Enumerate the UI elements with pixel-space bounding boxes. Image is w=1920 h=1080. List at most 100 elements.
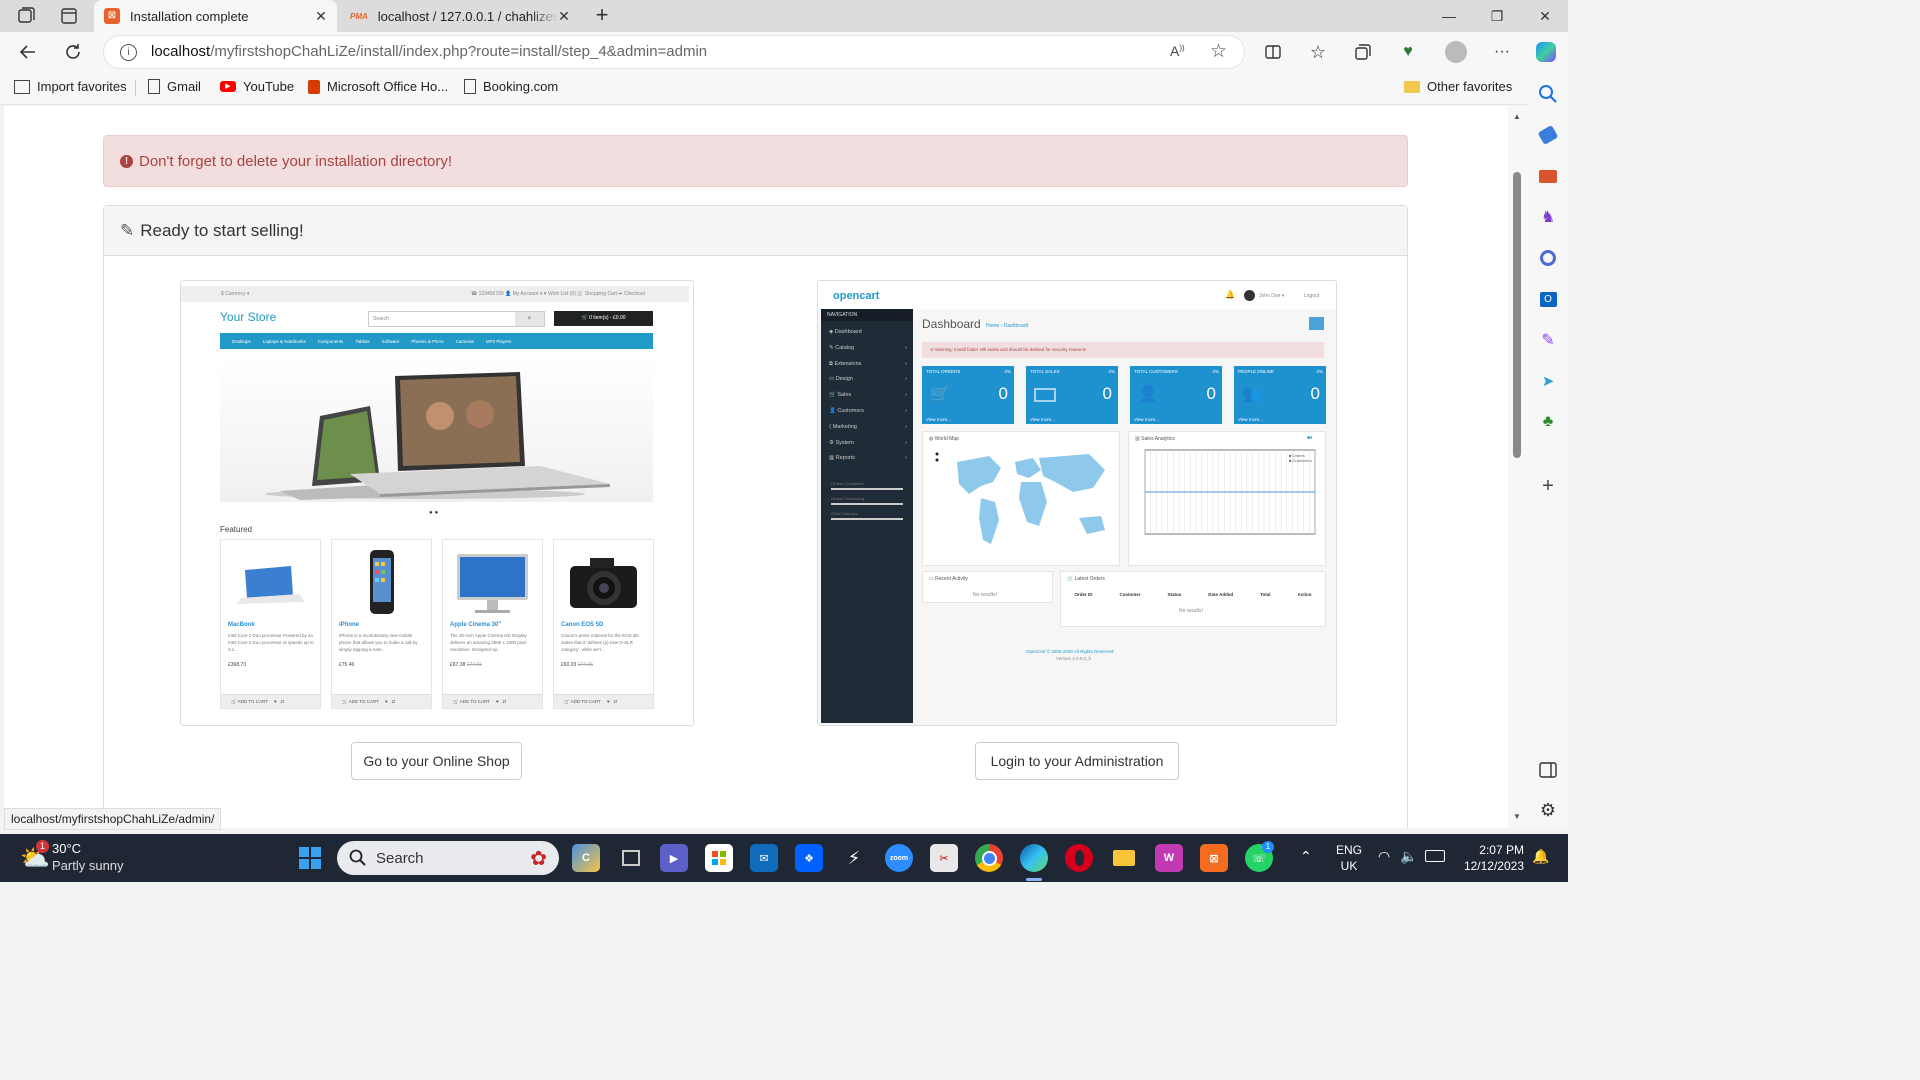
- page-icon: [464, 79, 476, 94]
- clock[interactable]: 2:07 PM 12/12/2023: [1458, 842, 1524, 874]
- admin-preview-image[interactable]: opencart 🔔 John Doe ▾ Logout NAVIGATION …: [817, 280, 1337, 726]
- site-info-icon[interactable]: i: [120, 44, 137, 61]
- import-icon: [14, 79, 30, 94]
- favorites-icon[interactable]: ☆: [1302, 36, 1334, 68]
- wifi-icon[interactable]: ◠: [1378, 848, 1390, 865]
- tab-title: Installation complete: [130, 8, 249, 24]
- profile-avatar[interactable]: [1440, 36, 1472, 68]
- games-icon[interactable]: ♞: [1536, 205, 1560, 229]
- language-indicator[interactable]: ENG UK: [1336, 842, 1362, 874]
- admin-nav-item: ⚙ System ›: [829, 439, 907, 446]
- weather-widget[interactable]: ⛅ 1 30°C Partly sunny: [20, 840, 130, 876]
- settings-gear-icon[interactable]: ⚙: [1536, 798, 1560, 822]
- windows-taskbar: ⛅ 1 30°C Partly sunny Search ✿ C ▶ ✉ ❖ ⚡…: [0, 834, 1568, 882]
- store-menu-item: Phones & PDAs: [411, 338, 444, 344]
- restore-button[interactable]: ❐: [1474, 0, 1520, 32]
- hide-sidebar-icon[interactable]: [1536, 758, 1560, 782]
- product-card: Apple Cinema 30" The 30-inch Apple Cinem…: [442, 539, 543, 709]
- telegram-icon[interactable]: ➤: [1536, 369, 1560, 393]
- tools-briefcase-icon[interactable]: [1536, 164, 1560, 188]
- fav-other-favorites[interactable]: Other favorites: [1404, 79, 1512, 94]
- orders-column-header: Order ID: [1074, 592, 1093, 597]
- page-scrollbar[interactable]: ▲ ▼: [1508, 106, 1528, 828]
- shopping-tag-icon[interactable]: [1536, 123, 1560, 147]
- minimize-button[interactable]: —: [1426, 0, 1472, 32]
- orders-column-header: Customer: [1119, 592, 1141, 597]
- product-card: Canon EOS 5D Canon's press material for …: [553, 539, 654, 709]
- tab-actions-icon[interactable]: [60, 7, 78, 25]
- slideshow: [220, 356, 653, 502]
- fav-booking[interactable]: Booking.com: [464, 79, 558, 94]
- fav-youtube[interactable]: ▶ YouTube: [220, 79, 294, 94]
- refresh-button[interactable]: [57, 36, 89, 68]
- zoom-icon[interactable]: zoom: [885, 844, 913, 872]
- copilot-preview-icon[interactable]: C: [572, 844, 600, 872]
- new-tab-button[interactable]: +: [590, 4, 614, 28]
- go-to-online-shop-button[interactable]: Go to your Online Shop: [351, 742, 522, 780]
- workspaces-icon[interactable]: [16, 7, 36, 25]
- show-hidden-icons-chevron[interactable]: ⌃: [1300, 848, 1312, 865]
- taskbar-search[interactable]: Search ✿: [337, 841, 559, 875]
- search-icon[interactable]: [1536, 82, 1560, 106]
- world-map-image: [935, 452, 1105, 544]
- copilot-icon[interactable]: [1530, 36, 1562, 68]
- nav-status-bars: Orders Completed Orders Processing Other…: [831, 481, 903, 520]
- add-sidebar-app-icon[interactable]: +: [1536, 474, 1560, 498]
- edge-icon[interactable]: [1020, 844, 1048, 872]
- favorite-star-icon[interactable]: ☆: [1210, 40, 1227, 63]
- more-menu-icon[interactable]: ···: [1486, 36, 1518, 68]
- start-windows-icon[interactable]: [296, 844, 324, 872]
- snipping-tool-icon[interactable]: ✂: [930, 844, 958, 872]
- teams-meet-icon[interactable]: ▶: [660, 844, 688, 872]
- youtube-icon: ▶: [220, 81, 236, 92]
- close-window-button[interactable]: ✕: [1522, 0, 1568, 32]
- volume-icon[interactable]: 🔈: [1400, 848, 1417, 865]
- read-aloud-icon[interactable]: A)): [1170, 43, 1185, 59]
- microsoft-365-icon[interactable]: [1536, 246, 1560, 270]
- close-tab-icon[interactable]: ✕: [313, 8, 329, 24]
- back-button[interactable]: [12, 36, 44, 68]
- chrome-icon[interactable]: [975, 844, 1003, 872]
- outlook-icon[interactable]: O: [1536, 287, 1560, 311]
- recent-activity-panel: ▭ Recent Activity No results!: [922, 571, 1053, 603]
- collections-icon[interactable]: [1347, 36, 1379, 68]
- wps-office-icon[interactable]: W: [1155, 844, 1183, 872]
- store-preview-image[interactable]: $ Currency ▾ ☎ 123456789 👤 My Account ▾ …: [180, 280, 694, 726]
- admin-nav-item: ◈ Dashboard: [829, 329, 862, 335]
- fav-gmail[interactable]: Gmail: [148, 79, 201, 94]
- browser-essentials-icon[interactable]: ♥: [1392, 36, 1424, 68]
- file-explorer-icon[interactable]: [1110, 844, 1138, 872]
- login-to-administration-button[interactable]: Login to your Administration: [975, 742, 1179, 780]
- mail-icon[interactable]: ✉: [750, 844, 778, 872]
- designer-icon[interactable]: ✎: [1536, 328, 1560, 352]
- ready-panel: ✎ Ready to start selling! $ Currency ▾ ☎…: [103, 205, 1408, 828]
- product-card: iPhone iPhone is a revolutionary new mob…: [331, 539, 432, 709]
- fav-import-favorites[interactable]: Import favorites: [14, 79, 127, 94]
- edge-active-indicator: [1026, 878, 1042, 881]
- url-text[interactable]: localhost/myfirstshopChahLiZe/install/in…: [151, 43, 707, 60]
- alert-text: Don't forget to delete your installation…: [139, 152, 453, 170]
- tree-icon[interactable]: ♣: [1536, 410, 1560, 434]
- scroll-down-arrow: ▼: [1513, 812, 1521, 821]
- tab-phpmyadmin[interactable]: PMA localhost / 127.0.0.1 / chahlizeshop…: [340, 0, 580, 32]
- calendar-dropdown-icon: ■▾: [1307, 435, 1313, 441]
- opencart-favicon-icon: ⊠: [104, 8, 120, 24]
- phpmyadmin-favicon-icon: PMA: [350, 11, 368, 21]
- close-tab-icon[interactable]: ✕: [556, 8, 572, 24]
- battery-icon[interactable]: [1425, 850, 1445, 862]
- task-view-icon[interactable]: [617, 844, 645, 872]
- notification-bell-icon[interactable]: 🔔: [1532, 848, 1549, 865]
- orders-column-header: Action: [1297, 592, 1312, 597]
- bolt-app-icon[interactable]: ⚡: [840, 844, 868, 872]
- address-bar[interactable]: i localhost/myfirstshopChahLiZe/install/…: [104, 36, 1244, 68]
- microsoft-store-icon[interactable]: [705, 844, 733, 872]
- fav-microsoft-office[interactable]: Microsoft Office Ho...: [308, 79, 448, 94]
- tab-installation-complete[interactable]: ⊠ Installation complete ✕: [94, 0, 337, 32]
- credit-card-icon: [1034, 388, 1056, 402]
- favbar-divider: [135, 80, 136, 96]
- opera-icon[interactable]: [1065, 844, 1093, 872]
- xampp-icon[interactable]: ⊠: [1200, 844, 1228, 872]
- latest-orders-panel: 🛒 Latest Orders Order ID Customer Status Da…: [1060, 571, 1326, 627]
- split-screen-icon[interactable]: [1257, 36, 1289, 68]
- dropbox-icon[interactable]: ❖: [795, 844, 823, 872]
